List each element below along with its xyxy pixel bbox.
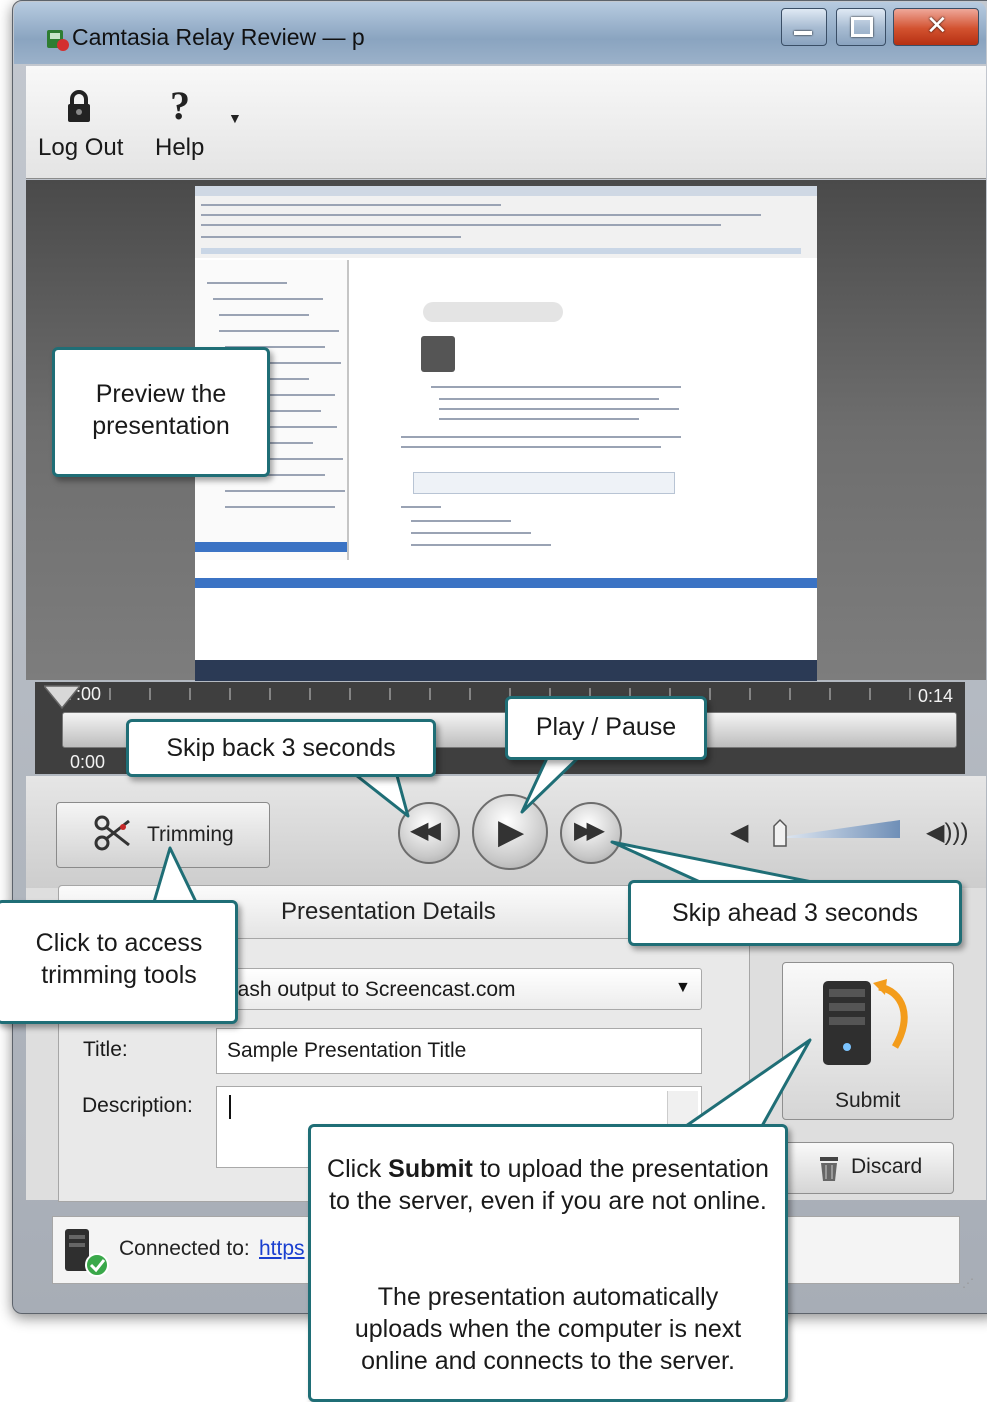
callout-skip-ahead: Skip ahead 3 seconds (628, 880, 962, 946)
callout-skip-back: Skip back 3 seconds (126, 719, 436, 777)
callout-submit-para2: The presentation automatically uploads w… (354, 1283, 742, 1375)
submit-pointer (684, 1038, 812, 1128)
callout-trimming-text: Click to access trimming tools (35, 929, 203, 989)
callout-skip-back-text: Skip back 3 seconds (166, 734, 396, 762)
trimming-pointer (152, 846, 198, 904)
callout-skip-ahead-text: Skip ahead 3 seconds (671, 899, 918, 927)
callout-submit: Click Submit to upload the presentation … (308, 1124, 788, 1402)
callout-preview: Preview the presentation (52, 347, 270, 477)
callout-trimming: Click to access trimming tools (0, 900, 238, 1024)
skip-back-pointer (350, 770, 410, 818)
callout-preview-text: Preview the presentation (92, 380, 230, 440)
callout-submit-bold: Submit (388, 1155, 473, 1183)
skip-ahead-pointer (610, 840, 814, 884)
callout-submit-pre: Click (327, 1155, 389, 1183)
callout-submit-para1: Click Submit to upload the presentation … (327, 1153, 769, 1217)
callout-play-pause-text: Play / Pause (535, 713, 677, 741)
callout-play-pause: Play / Pause (505, 696, 707, 760)
play-pause-pointer (520, 754, 582, 814)
